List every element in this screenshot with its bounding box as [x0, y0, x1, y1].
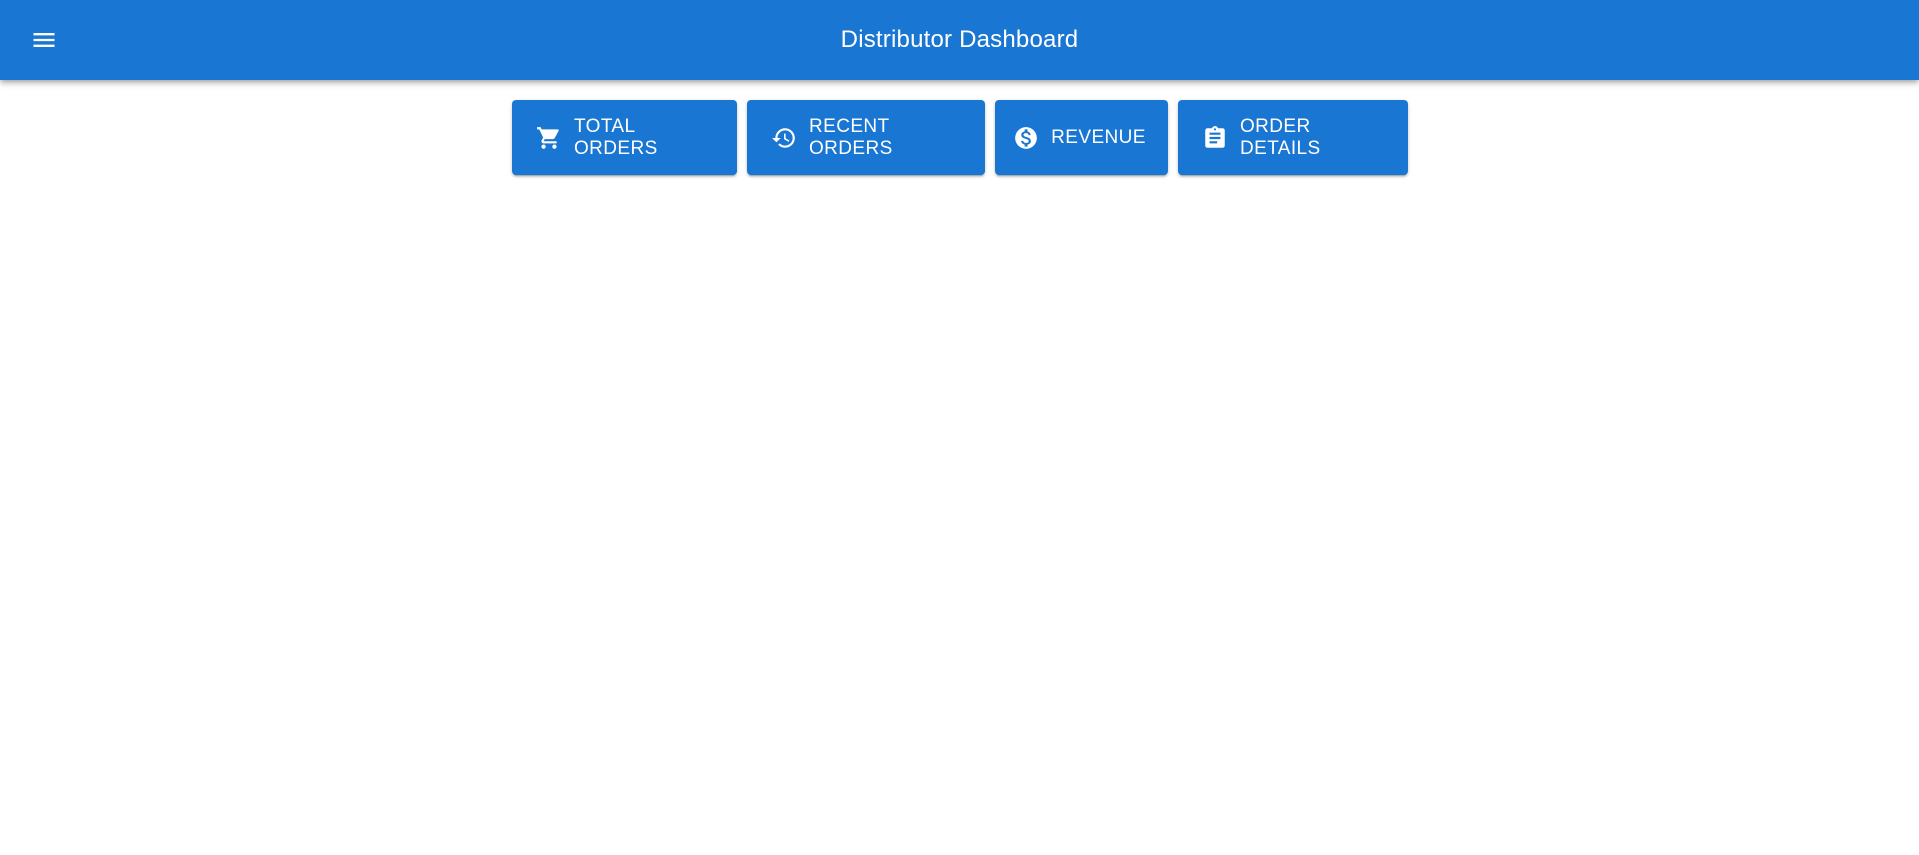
menu-icon [33, 33, 55, 47]
dollar-circle-icon [1013, 125, 1039, 151]
app-bar: Distributor Dashboard [0, 0, 1919, 80]
revenue-label: REVENUE [1051, 126, 1146, 148]
recent-orders-label: RECENT ORDERS [809, 115, 893, 159]
history-icon [771, 125, 797, 151]
recent-orders-button[interactable]: RECENT ORDERS [747, 100, 985, 175]
order-details-button[interactable]: ORDER DETAILS [1178, 100, 1408, 175]
cart-icon [536, 125, 562, 151]
page-title: Distributor Dashboard [840, 26, 1079, 53]
dashboard-nav: TOTAL ORDERS RECENT ORDERS REVENUE ORDER… [512, 100, 1408, 175]
order-details-label: ORDER DETAILS [1240, 115, 1321, 159]
total-orders-label: TOTAL ORDERS [574, 115, 658, 159]
clipboard-icon [1202, 125, 1228, 151]
total-orders-button[interactable]: TOTAL ORDERS [512, 100, 737, 175]
menu-button[interactable] [20, 16, 68, 64]
revenue-button[interactable]: REVENUE [995, 100, 1168, 175]
